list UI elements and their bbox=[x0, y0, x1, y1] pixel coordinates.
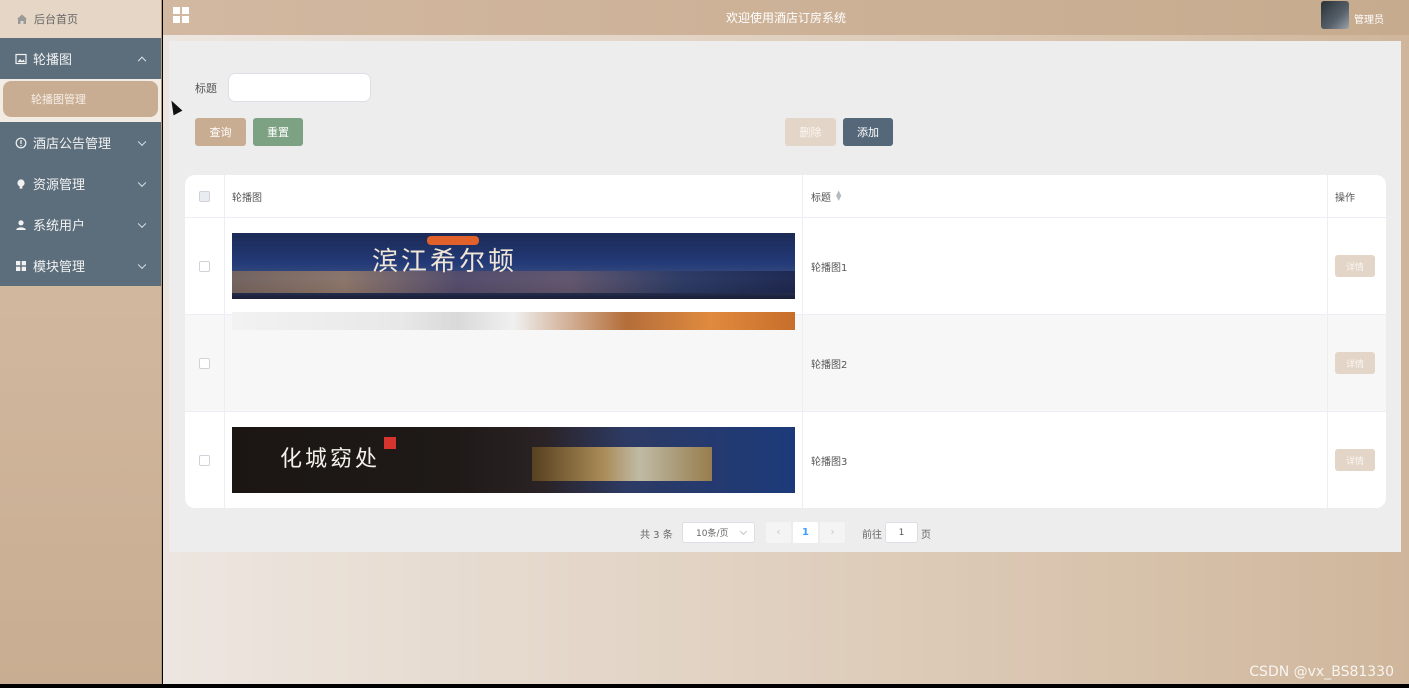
select-all-checkbox[interactable] bbox=[199, 190, 210, 202]
prev-page-button[interactable]: ‹ bbox=[766, 522, 791, 543]
sidebar-subitem-label: 轮播图管理 bbox=[31, 93, 86, 106]
table-row: 轮播图2 详情 bbox=[185, 312, 1386, 412]
detail-button[interactable]: 详情 bbox=[1335, 352, 1375, 374]
sidebar-item-hotel-notice[interactable]: 酒店公告管理 bbox=[0, 122, 161, 163]
table-row: 滨江希尔顿 轮播图1 详情 bbox=[185, 218, 1386, 315]
total-count: 共 3 条 bbox=[640, 530, 673, 541]
sidebar-home[interactable]: 后台首页 bbox=[0, 0, 161, 38]
table-row: 化城窈处 轮播图3 详情 bbox=[185, 412, 1386, 508]
add-button[interactable]: 添加 bbox=[843, 118, 893, 146]
image-icon bbox=[15, 53, 27, 65]
goto-suffix: 页 bbox=[921, 530, 931, 541]
action-cell: 详情 bbox=[1328, 218, 1386, 314]
title-cell: 轮播图2 bbox=[803, 315, 1328, 411]
sidebar-item-label: 模块管理 bbox=[33, 260, 86, 275]
sidebar-item-carousel[interactable]: 轮播图 bbox=[0, 38, 161, 79]
action-cell: 详情 bbox=[1328, 315, 1386, 411]
sidebar-home-label: 后台首页 bbox=[34, 13, 78, 26]
sidebar-menu: 轮播图 轮播图管理 酒店公告管理 资源管理 系统用户 模块管理 bbox=[0, 38, 161, 286]
detail-button[interactable]: 详情 bbox=[1335, 255, 1375, 277]
main-content: 标题 查询 重置 删除 添加 轮播图 标题 ▲ ▼ 操作 滨江希尔顿 轮播图1 … bbox=[163, 35, 1409, 684]
sidebar-subitem-carousel-manage[interactable]: 轮播图管理 bbox=[3, 81, 158, 117]
carousel-image bbox=[232, 312, 795, 330]
goto-label: 前往 bbox=[862, 530, 882, 541]
goto-page-input[interactable]: 1 bbox=[885, 522, 918, 543]
sidebar: 后台首页 轮播图 轮播图管理 酒店公告管理 资源管理 系统用户 模块管理 bbox=[0, 0, 162, 684]
watermark: CSDN @vx_BS81330 bbox=[1249, 664, 1394, 680]
grid-icon bbox=[15, 260, 27, 272]
sidebar-item-label: 系统用户 bbox=[33, 219, 86, 234]
home-icon bbox=[16, 13, 28, 25]
carousel-image: 滨江希尔顿 bbox=[232, 233, 795, 299]
delete-button[interactable]: 删除 bbox=[785, 118, 836, 146]
column-header-label: 操作 bbox=[1335, 192, 1355, 204]
column-header-title[interactable]: 标题 ▲ ▼ bbox=[803, 175, 1328, 217]
page-size-value: 10条/页 bbox=[696, 529, 729, 539]
row-checkbox[interactable] bbox=[199, 260, 210, 272]
sidebar-item-system-users[interactable]: 系统用户 bbox=[0, 204, 161, 245]
row-checkbox[interactable] bbox=[199, 454, 210, 466]
top-header: 欢迎使用酒店订房系统 管理员 bbox=[163, 0, 1409, 35]
logo-icon bbox=[384, 437, 396, 449]
sort-icon[interactable]: ▲ ▼ bbox=[836, 190, 841, 202]
sidebar-item-label: 酒店公告管理 bbox=[33, 137, 112, 152]
row-select-cell bbox=[185, 218, 225, 314]
content-panel: 标题 查询 重置 删除 添加 轮播图 标题 ▲ ▼ 操作 滨江希尔顿 轮播图1 … bbox=[169, 41, 1401, 552]
image-cell: 滨江希尔顿 bbox=[225, 218, 803, 314]
title-cell: 轮播图3 bbox=[803, 412, 1328, 508]
user-icon bbox=[15, 219, 27, 231]
title-search-input[interactable] bbox=[228, 73, 371, 102]
search-label: 标题 bbox=[195, 82, 217, 95]
page-number[interactable]: 1 bbox=[793, 522, 818, 543]
sidebar-item-label: 轮播图 bbox=[33, 53, 73, 68]
carousel-table: 轮播图 标题 ▲ ▼ 操作 滨江希尔顿 轮播图1 详情 轮播图2 详情 化城窈处… bbox=[185, 175, 1386, 508]
info-icon bbox=[15, 137, 27, 149]
chevron-down-icon bbox=[137, 137, 147, 146]
row-checkbox[interactable] bbox=[199, 357, 210, 369]
submenu: 轮播图管理 bbox=[0, 79, 161, 122]
chevron-down-icon bbox=[137, 260, 147, 269]
row-select-cell bbox=[185, 412, 225, 508]
page-size-select[interactable]: 10条/页 bbox=[682, 522, 755, 543]
image-cell: 化城窈处 bbox=[225, 412, 803, 508]
chevron-down-icon bbox=[137, 178, 147, 187]
next-page-button[interactable]: › bbox=[820, 522, 845, 543]
user-name[interactable]: 管理员 bbox=[1354, 11, 1384, 26]
sidebar-item-resources[interactable]: 资源管理 bbox=[0, 163, 161, 204]
table-header-row: 轮播图 标题 ▲ ▼ 操作 bbox=[185, 175, 1386, 218]
query-button[interactable]: 查询 bbox=[195, 118, 246, 146]
sidebar-item-label: 资源管理 bbox=[33, 178, 86, 193]
column-header-label: 标题 bbox=[811, 192, 831, 204]
column-header-image: 轮播图 bbox=[225, 175, 803, 217]
title-cell: 轮播图1 bbox=[803, 218, 1328, 314]
column-header-actions: 操作 bbox=[1328, 175, 1386, 217]
page-title: 欢迎使用酒店订房系统 bbox=[725, 11, 846, 25]
avatar[interactable] bbox=[1321, 1, 1349, 29]
chevron-up-icon bbox=[137, 56, 147, 65]
banner-text: 化城窈处 bbox=[280, 447, 381, 472]
chevron-down-icon bbox=[137, 219, 147, 228]
bulb-icon bbox=[15, 178, 27, 190]
reset-button[interactable]: 重置 bbox=[253, 118, 303, 146]
column-header-label: 轮播图 bbox=[232, 192, 262, 204]
select-all-cell bbox=[185, 175, 225, 217]
image-cell bbox=[225, 312, 803, 411]
chevron-down-icon bbox=[739, 527, 748, 536]
action-cell: 详情 bbox=[1328, 412, 1386, 508]
carousel-image: 化城窈处 bbox=[232, 427, 795, 493]
banner-text: 滨江希尔顿 bbox=[372, 247, 518, 277]
row-select-cell bbox=[185, 315, 225, 411]
detail-button[interactable]: 详情 bbox=[1335, 449, 1375, 471]
pagination: 共 3 条 10条/页 ‹ 1 › 前往 1 页 bbox=[169, 522, 1401, 544]
sidebar-item-modules[interactable]: 模块管理 bbox=[0, 245, 161, 286]
